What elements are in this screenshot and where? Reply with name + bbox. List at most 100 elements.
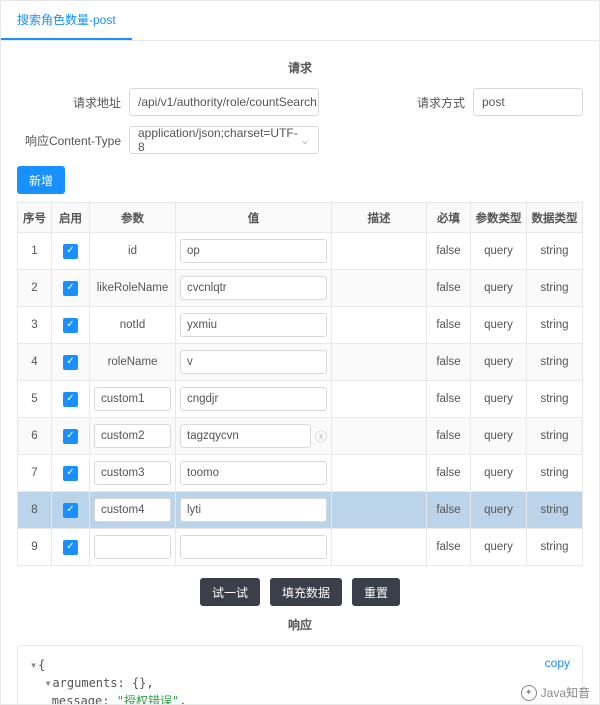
value-input[interactable] [180,239,327,263]
params-table: 序号 启用 参数 值 描述 必填 参数类型 数据类型 1✓idfalsequer… [17,202,583,566]
tabs-bar: 搜索角色数量-post [1,1,599,41]
clear-icon[interactable]: ⓧ [315,428,327,445]
value-input[interactable] [180,313,327,337]
resp-message-val: "授权错误" [117,694,179,704]
param-text: notId [120,319,146,331]
ptype-text: query [484,541,513,553]
value-input[interactable] [180,424,311,448]
value-input[interactable] [180,535,327,559]
param-text: id [128,245,137,257]
request-section-title: 请求 [17,59,583,76]
value-input[interactable] [180,276,327,300]
col-param-type: 参数类型 [471,203,527,233]
dtype-text: string [540,245,568,257]
table-row[interactable]: 2 ✓ likeRoleName false query string [18,270,583,307]
required-text: false [436,282,460,294]
ptype-text: query [484,504,513,516]
response-section-title: 响应 [17,616,583,633]
method-label: 请求方式 [405,94,465,111]
tab-active[interactable]: 搜索角色数量-post [1,1,132,40]
value-input[interactable] [180,461,327,485]
col-enable: 启用 [52,203,90,233]
param-input[interactable] [94,498,171,522]
required-text: false [436,541,460,553]
dtype-text: string [540,282,568,294]
enable-checkbox[interactable]: ✓ [63,429,78,444]
col-data-type: 数据类型 [527,203,583,233]
dtype-text: string [540,467,568,479]
param-input[interactable] [94,535,171,559]
method-input[interactable]: post [473,88,583,116]
table-row[interactable]: 5 ✓ false query string [18,381,583,418]
enable-checkbox[interactable]: ✓ [63,281,78,296]
dtype-text: string [540,504,568,516]
table-row[interactable]: 4✓roleNamefalsequerystring [18,344,583,381]
enable-checkbox[interactable]: ✓ [63,466,78,481]
col-required: 必填 [427,203,471,233]
watermark-text: Java知音 [541,684,590,701]
row-index: 9 [31,541,37,553]
reset-button[interactable]: 重置 [352,578,400,606]
ptype-text: query [484,393,513,405]
table-row[interactable]: 1✓idfalsequerystring [18,233,583,270]
col-value: 值 [176,203,332,233]
value-input[interactable] [180,498,327,522]
param-input[interactable] [94,387,171,411]
resp-arguments-val: {} [132,676,146,690]
required-text: false [436,356,460,368]
url-label: 请求地址 [17,94,121,111]
required-text: false [436,430,460,442]
copy-link[interactable]: copy [545,654,570,672]
col-param: 参数 [90,203,176,233]
required-text: false [436,504,460,516]
required-text: false [436,467,460,479]
enable-checkbox[interactable]: ✓ [63,540,78,555]
row-index: 7 [31,467,37,479]
param-text: likeRoleName [97,282,169,294]
value-input[interactable] [180,387,327,411]
fill-button[interactable]: 填充数据 [270,578,342,606]
url-input[interactable]: /api/v1/authority/role/countSearch [129,88,319,116]
content-type-select[interactable]: application/json;charset=UTF-8 ⌄ [129,126,319,154]
ptype-text: query [484,245,513,257]
row-index: 4 [31,356,37,368]
content-type-value: application/json;charset=UTF-8 [138,126,300,154]
try-button[interactable]: 试一试 [200,578,260,606]
enable-checkbox[interactable]: ✓ [63,318,78,333]
enable-checkbox[interactable]: ✓ [63,392,78,407]
col-index: 序号 [18,203,52,233]
row-index: 8 [31,504,37,516]
ptype-text: query [484,467,513,479]
col-desc: 描述 [332,203,427,233]
ptype-text: query [484,319,513,331]
value-input[interactable] [180,350,327,374]
dtype-text: string [540,393,568,405]
enable-checkbox[interactable]: ✓ [63,244,78,259]
dtype-text: string [540,430,568,442]
ptype-text: query [484,282,513,294]
add-button[interactable]: 新增 [17,166,65,194]
row-index: 5 [31,393,37,405]
table-row[interactable]: 6✓ⓧfalsequerystring [18,418,583,455]
response-body: copy▾{ ▾arguments: {}, message: "授权错误", … [17,645,583,704]
enable-checkbox[interactable]: ✓ [63,503,78,518]
resp-arguments-key: arguments [52,676,117,690]
table-row[interactable]: 8 ✓ false query string [18,492,583,529]
required-text: false [436,319,460,331]
param-input[interactable] [94,424,171,448]
table-row[interactable]: 3 ✓ notId false query string [18,307,583,344]
param-input[interactable] [94,461,171,485]
ptype-text: query [484,430,513,442]
wechat-icon: ✦ [521,685,537,701]
dtype-text: string [540,541,568,553]
watermark: ✦ Java知音 [521,684,590,701]
content-type-label: 响应Content-Type [17,132,121,149]
enable-checkbox[interactable]: ✓ [63,355,78,370]
table-row[interactable]: 7 ✓ false query string [18,455,583,492]
dtype-text: string [540,319,568,331]
table-row[interactable]: 9 ✓ false query string [18,529,583,566]
row-index: 2 [31,282,37,294]
required-text: false [436,393,460,405]
row-index: 3 [31,319,37,331]
required-text: false [436,245,460,257]
